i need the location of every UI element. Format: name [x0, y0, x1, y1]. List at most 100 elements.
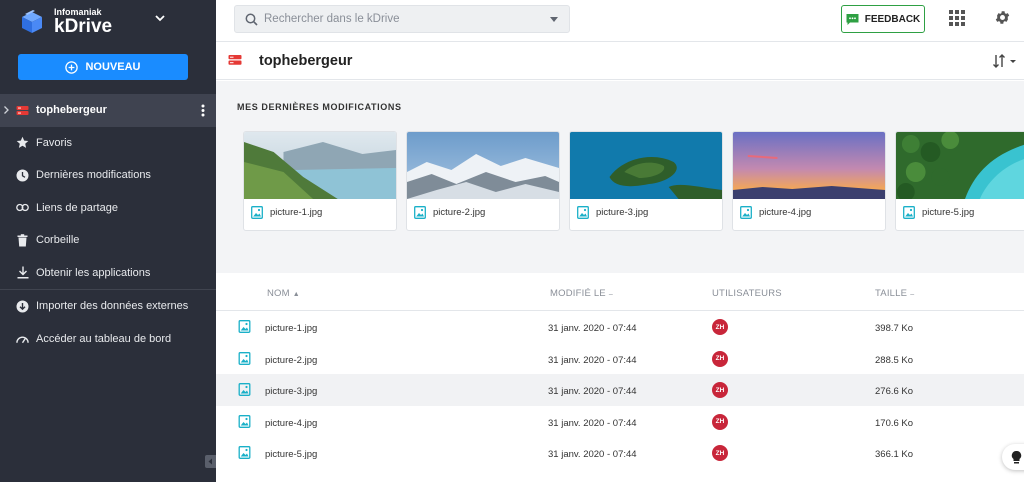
image-file-icon: [903, 206, 915, 219]
file-name[interactable]: picture-3.jpg: [265, 386, 317, 397]
recent-title: MES DERNIÈRES MODIFICATIONS: [237, 102, 402, 112]
image-file-icon: [238, 383, 251, 396]
image-file-icon: [577, 206, 589, 219]
file-table: NOM ▲ MODIFIÉ LE – UTILISATEURS TAILLE – pi…: [216, 273, 1024, 469]
recent-card[interactable]: picture-1.jpg: [243, 131, 397, 231]
card-caption: picture-5.jpg: [903, 206, 974, 219]
file-size: 170.6 Ko: [875, 417, 914, 429]
sort-icon[interactable]: [992, 54, 1018, 68]
user-avatar[interactable]: ZH: [712, 413, 728, 430]
thumbnail-image: [896, 132, 1024, 201]
image-file-icon: [238, 446, 251, 459]
table-row[interactable]: picture-4.jpg 31 janv. 2020 - 07:44 ZH 1…: [216, 406, 1024, 438]
user-avatar[interactable]: ZH: [712, 445, 728, 461]
chevron-left-icon: [208, 458, 212, 465]
search-box[interactable]: [234, 5, 570, 33]
sidebar-item-trash[interactable]: Corbeille: [0, 224, 216, 257]
column-header-label: MODIFIÉ LE: [550, 288, 606, 299]
chevron-down-icon[interactable]: [154, 12, 166, 24]
recent-card[interactable]: picture-5.jpg: [895, 131, 1024, 231]
recent-card[interactable]: picture-2.jpg: [406, 131, 560, 231]
modified-date: 31 janv. 2020 - 07:44: [548, 386, 637, 397]
user-avatar[interactable]: ZH: [712, 382, 728, 398]
column-header-label: NOM: [267, 288, 290, 299]
image-file-icon: [238, 320, 251, 333]
card-caption: picture-2.jpg: [414, 206, 485, 219]
top-bar: FEEDBACK: [216, 0, 1024, 42]
table-row[interactable]: picture-5.jpg 31 janv. 2020 - 07:44 ZH 3…: [216, 437, 1024, 469]
sidebar-item-recent[interactable]: Dernières modifications: [0, 159, 216, 192]
sidebar-item-label: Favoris: [36, 136, 73, 149]
brand-product: kDrive: [54, 16, 113, 37]
search-icon: [245, 13, 258, 26]
sidebar-item-links[interactable]: Liens de partage: [0, 192, 216, 225]
sidebar-item-label: Obtenir les applications: [36, 266, 151, 279]
star-icon: [16, 136, 29, 149]
column-header-users[interactable]: UTILISATEURS: [712, 288, 782, 299]
gear-icon[interactable]: [994, 9, 1011, 26]
link-icon: [16, 201, 29, 214]
file-name[interactable]: picture-5.jpg: [265, 449, 317, 460]
new-button[interactable]: NOUVEAU: [18, 54, 188, 80]
sidebar-item-dashboard[interactable]: Accéder au tableau de bord: [0, 323, 216, 356]
brand[interactable]: Infomaniak kDrive: [18, 4, 112, 40]
thumbnail-image: [244, 132, 396, 199]
chevron-right-icon[interactable]: [3, 105, 10, 115]
feedback-icon: [846, 13, 859, 25]
file-size: 398.7 Ko: [875, 323, 914, 334]
new-button-label: NOUVEAU: [85, 61, 141, 73]
thumbnail-image: [570, 132, 722, 199]
image-file-icon: [238, 414, 251, 428]
card-filename: picture-5.jpg: [922, 207, 975, 218]
card-filename: picture-4.jpg: [759, 207, 812, 218]
download-icon: [16, 266, 29, 279]
image-file-icon: [251, 206, 263, 219]
image-file-icon: [238, 351, 251, 365]
sort-asc-icon: ▲: [292, 291, 300, 298]
card-filename: picture-1.jpg: [270, 207, 323, 218]
recent-card[interactable]: picture-3.jpg: [569, 131, 723, 231]
user-avatar[interactable]: ZH: [712, 350, 728, 367]
search-input[interactable]: [264, 13, 534, 25]
card-filename: picture-2.jpg: [433, 207, 486, 218]
collapse-sidebar-button[interactable]: [205, 455, 216, 468]
plus-circle-icon: [65, 60, 79, 74]
file-name[interactable]: picture-1.jpg: [265, 323, 317, 334]
sort-neutral-icon: –: [608, 291, 613, 298]
modified-date: 31 janv. 2020 - 07:44: [548, 354, 637, 366]
card-caption: picture-1.jpg: [251, 206, 322, 219]
column-header-size[interactable]: TAILLE –: [875, 288, 914, 299]
modified-date: 31 janv. 2020 - 07:44: [548, 417, 637, 429]
drive-icon: [16, 104, 29, 117]
sidebar-item-favoris[interactable]: Favoris: [0, 127, 216, 160]
thumbnail-image: [733, 132, 885, 199]
table-row[interactable]: picture-2.jpg 31 janv. 2020 - 07:44 ZH 2…: [216, 343, 1024, 375]
recent-card[interactable]: picture-4.jpg: [732, 131, 886, 231]
thumbnail-image: [407, 132, 559, 199]
column-header-modified[interactable]: MODIFIÉ LE –: [550, 288, 613, 299]
apps-grid-icon[interactable]: [949, 10, 965, 26]
column-header-name[interactable]: NOM ▲: [267, 288, 300, 299]
sidebar-item-label: Dernières modifications: [36, 169, 151, 182]
help-button[interactable]: [1002, 444, 1024, 470]
sidebar-item-drive[interactable]: tophebergeur: [0, 94, 216, 127]
more-vertical-icon[interactable]: [201, 104, 205, 117]
card-caption: picture-3.jpg: [577, 206, 648, 219]
import-icon: [16, 300, 29, 313]
caret-down-icon[interactable]: [550, 17, 558, 23]
modified-date: 31 janv. 2020 - 07:44: [548, 323, 637, 334]
sidebar-item-import[interactable]: Importer des données externes: [0, 290, 216, 323]
table-row[interactable]: picture-1.jpg 31 janv. 2020 - 07:44 ZH 3…: [216, 311, 1024, 343]
title-bar: tophebergeur: [216, 43, 1024, 80]
user-avatar[interactable]: ZH: [712, 319, 728, 335]
feedback-button[interactable]: FEEDBACK: [841, 5, 925, 33]
file-name[interactable]: picture-2.jpg: [265, 355, 317, 366]
file-name[interactable]: picture-4.jpg: [265, 418, 317, 429]
sort-neutral-icon: –: [910, 291, 915, 298]
feedback-label: FEEDBACK: [864, 13, 921, 25]
table-row[interactable]: picture-3.jpg 31 janv. 2020 - 07:44 ZH 2…: [216, 374, 1024, 406]
sidebar-item-apps[interactable]: Obtenir les applications: [0, 257, 216, 290]
table-header: NOM ▲ MODIFIÉ LE – UTILISATEURS TAILLE –: [216, 273, 1024, 311]
column-header-label: TAILLE: [875, 288, 908, 299]
sidebar-item-label: Importer des données externes: [36, 300, 189, 313]
